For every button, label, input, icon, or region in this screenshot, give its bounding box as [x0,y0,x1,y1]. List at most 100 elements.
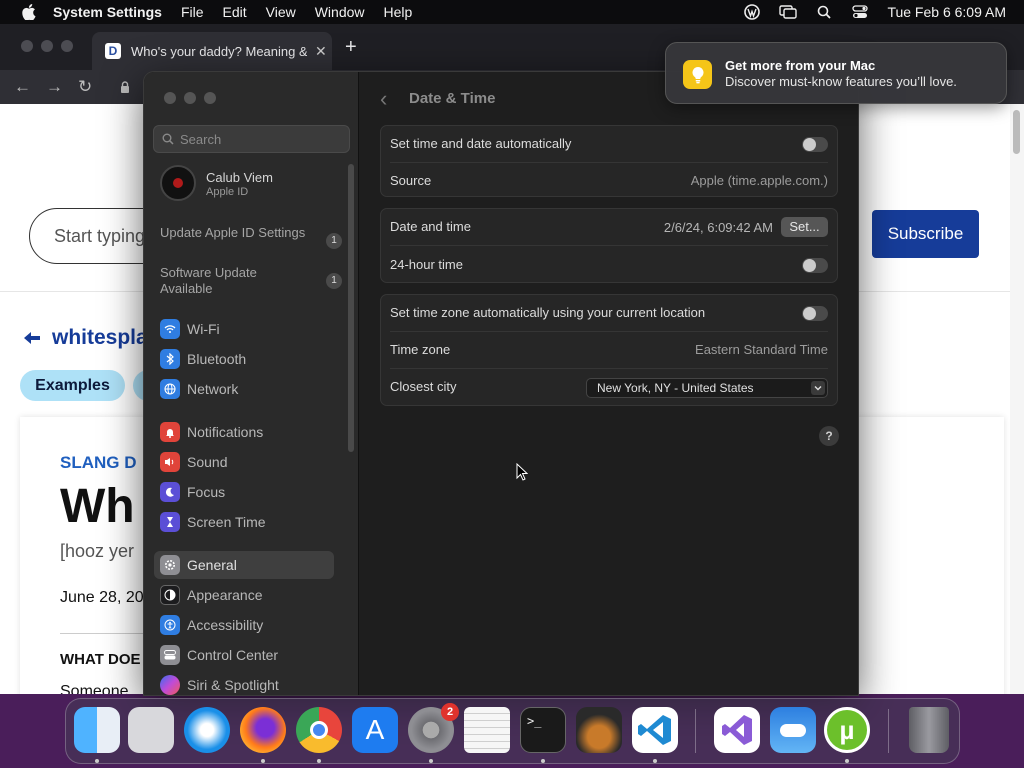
wifi-icon [160,319,180,339]
sidebar-item-label: Siri & Spotlight [187,677,279,693]
article-body: Someone [60,683,129,694]
examples-chip[interactable]: Examples [20,370,125,401]
apple-id-account[interactable]: Calub Viem Apple ID [160,165,350,205]
sidebar-item-appearance[interactable]: Appearance [154,581,334,609]
reload-icon[interactable]: ↻ [78,77,92,97]
tab-close-icon[interactable]: ✕ [315,43,327,60]
24-hour-time-toggle[interactable] [802,258,828,273]
browser-minimize-button[interactable] [41,40,53,52]
notification-body: Discover must-know features you’ll love. [725,74,957,89]
sidebar-item-bluetooth[interactable]: Bluetooth [154,345,334,373]
sidebar-item-label: Focus [187,484,226,500]
new-tab-icon[interactable]: + [345,36,357,59]
chrome-icon[interactable] [296,707,342,753]
time-zone-label: Time zone [390,342,451,357]
sidebar-item-notifications[interactable]: Notifications [154,418,334,446]
sidebar-item-accessibility[interactable]: Accessibility [154,611,334,639]
menu-system-settings[interactable]: System Settings [53,4,162,20]
finder-icon[interactable] [74,707,120,753]
update-apple-id-notice[interactable]: Update Apple ID Settings 1 [160,225,350,249]
closest-city-row: Closest city New York, NY - United State… [381,369,837,406]
date-time-row: Date and time 2/6/24, 6:09:42 AM Set... [381,209,837,246]
accessibility-icon [160,615,180,635]
browser-zoom-button[interactable] [61,40,73,52]
settings-close-button[interactable] [164,92,176,104]
notification-banner[interactable]: Get more from your Mac Discover must-kno… [665,42,1007,104]
date-time-label: Date and time [390,219,471,234]
browser-tab[interactable]: D Who's your daddy? Meaning & Origin | S… [92,32,332,70]
forward-arrow-icon[interactable]: → [46,77,63,97]
time-zone-value: Eastern Standard Time [695,342,828,357]
sidebar-item-sound[interactable]: Sound [154,448,334,476]
subscribe-button[interactable]: Subscribe [872,210,979,258]
auto-time-zone-label: Set time zone automatically using your c… [390,305,706,320]
vscode-icon[interactable] [632,707,678,753]
weather-icon[interactable] [770,707,816,753]
bluetooth-icon [160,349,180,369]
set-time-automatically-row: Set time and date automatically [381,126,837,163]
sidebar-item-general[interactable]: General [154,551,334,579]
page-scrollbar[interactable] [1010,104,1024,694]
settings-sidebar: Calub Viem Apple ID Update Apple ID Sett… [144,72,359,695]
wordpress-icon[interactable] [743,4,761,20]
moon-icon [160,482,180,502]
sidebar-item-siri-spotlight[interactable]: Siri & Spotlight [154,671,334,695]
trash-icon[interactable] [909,707,949,753]
garageband-icon[interactable] [576,707,622,753]
apple-menu-icon[interactable] [18,4,40,20]
settings-search-input[interactable] [180,131,340,147]
set-date-time-button[interactable]: Set... [781,217,828,237]
visual-studio-icon[interactable] [714,707,760,753]
sidebar-scrollbar[interactable] [348,164,354,452]
back-chevron-icon[interactable]: ‹ [380,86,387,112]
sidebar-item-label: General [187,557,237,573]
menu-file[interactable]: File [181,4,204,20]
firefox-icon[interactable] [240,707,286,753]
auto-time-zone-toggle[interactable] [802,306,828,321]
auto-time-zone-row: Set time zone automatically using your c… [381,295,837,332]
sidebar-item-network[interactable]: Network [154,375,334,403]
mouse-cursor-icon [516,462,529,486]
settings-search-box[interactable] [153,125,350,153]
sidebar-item-label: Network [187,381,239,397]
appearance-icon [160,585,180,605]
page-scroll-thumb[interactable] [1013,110,1020,154]
notice-badge: 1 [326,273,342,289]
spotlight-search-icon[interactable] [815,4,833,20]
software-update-notice[interactable]: Software Update Available 1 [160,265,350,297]
menu-bar-clock[interactable]: Tue Feb 6 6:09 AM [887,4,1006,20]
set-time-automatically-toggle[interactable] [802,137,828,152]
browser-close-button[interactable] [21,40,33,52]
settings-zoom-button[interactable] [204,92,216,104]
menu-help[interactable]: Help [384,4,413,20]
sidebar-item-label: Wi-Fi [187,321,220,337]
control-center-icon[interactable] [851,4,869,20]
sidebar-item-focus[interactable]: Focus [154,478,334,506]
menu-window[interactable]: Window [315,4,365,20]
pronunciation: [hooz yer [60,541,135,561]
avatar [160,165,196,201]
auto-time-group: Set time and date automatically Source A… [380,125,838,197]
textedit-icon[interactable] [464,707,510,753]
closest-city-select[interactable]: New York, NY - United States [586,378,828,398]
menu-edit[interactable]: Edit [223,4,247,20]
launchpad-icon[interactable] [128,707,174,753]
date-time-pane: ‹ Date & Time Set time and date automati… [360,72,858,695]
sidebar-item-screen-time[interactable]: Screen Time [154,508,334,536]
time-zone-group: Set time zone automatically using your c… [380,294,838,406]
safari-icon[interactable] [184,707,230,753]
sidebar-item-wifi[interactable]: Wi-Fi [154,315,334,343]
terminal-icon[interactable]: >_ [520,707,566,753]
settings-minimize-button[interactable] [184,92,196,104]
sidebar-item-control-center[interactable]: Control Center [154,641,334,669]
chevron-down-icon [811,381,825,395]
screen-mirroring-icon[interactable] [779,4,798,20]
utorrent-icon[interactable]: µ [824,707,870,753]
24-hour-time-label: 24-hour time [390,257,463,272]
menu-view[interactable]: View [266,4,296,20]
app-store-icon[interactable]: A [352,707,398,753]
sidebar-item-label: Screen Time [187,514,266,530]
back-arrow-icon[interactable]: ← [14,77,31,97]
left-arrow-icon [24,332,40,344]
help-button[interactable]: ? [819,426,839,446]
